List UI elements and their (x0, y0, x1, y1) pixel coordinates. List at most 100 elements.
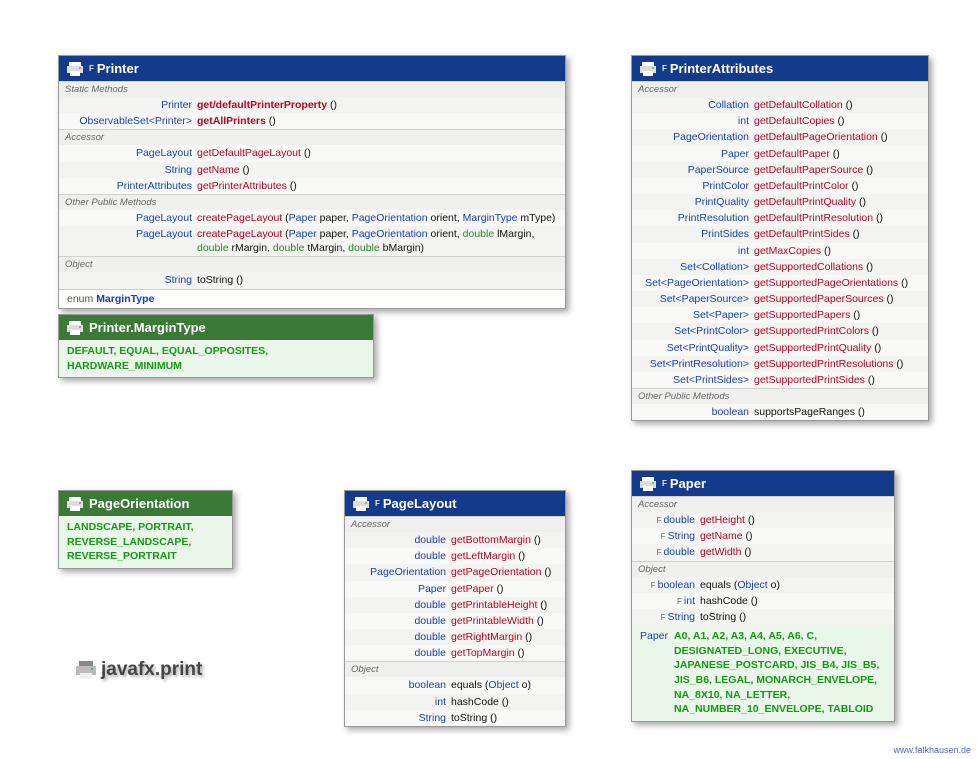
method-signature: getDefaultPageOrientation () (754, 130, 888, 144)
paper-header: F Paper (632, 471, 894, 496)
return-type: ObservableSet<Printer> (65, 114, 197, 128)
method-signature: getSupportedPrintSides () (754, 373, 875, 387)
return-type: PrintQuality (638, 195, 754, 209)
return-type: String (351, 711, 451, 725)
method-signature: getPrinterAttributes () (197, 179, 297, 193)
method-signature: getDefaultPrintQuality () (754, 195, 866, 209)
method-row: booleanequals (Object o) (345, 677, 565, 693)
credit-link[interactable]: www.falkhausen.de (893, 745, 971, 755)
method-row: doublegetTopMargin () (345, 645, 565, 661)
method-row: FdoublegetWidth () (632, 544, 894, 560)
return-type: PrintResolution (638, 211, 754, 225)
method-signature: getName () (197, 163, 250, 177)
method-signature: getMaxCopies () (754, 244, 831, 258)
method-signature: getSupportedPrintColors () (754, 324, 879, 338)
method-row: StringtoString () (59, 272, 565, 288)
method-row: booleansupportsPageRanges () (632, 404, 928, 420)
method-row: PrintSidesgetDefaultPrintSides () (632, 226, 928, 242)
method-signature: getSupportedPaperSources () (754, 292, 894, 306)
method-row: doublegetPrintableWidth () (345, 613, 565, 629)
method-signature: getDefaultCollation () (754, 98, 853, 112)
method-signature: getSupportedCollations () (754, 260, 873, 274)
pagelayout-header: F PageLayout (345, 491, 565, 516)
return-type: Set<PrintColor> (638, 324, 754, 338)
return-type: Paper (638, 147, 754, 161)
printer-body: Static MethodsPrinterget/defaultPrinterP… (59, 81, 565, 289)
pageorientation-enum-card: PageOrientation LANDSCAPE, PORTRAIT, REV… (58, 490, 233, 569)
method-row: Set<PrintSides>getSupportedPrintSides () (632, 372, 928, 388)
method-row: Set<Paper>getSupportedPapers () (632, 307, 928, 323)
method-signature: getHeight () (700, 513, 755, 527)
method-row: PageOrientationgetPageOrientation () (345, 564, 565, 580)
method-signature: getDefaultPrintSides () (754, 227, 860, 241)
method-signature: getDefaultPaper () (754, 147, 840, 161)
return-type: PageLayout (65, 211, 197, 225)
return-type: Set<Collation> (638, 260, 754, 274)
method-signature: createPageLayout (Paper paper, PageOrien… (197, 227, 534, 255)
return-type: Fdouble (638, 545, 700, 559)
method-signature: getDefaultCopies () (754, 114, 844, 128)
method-row: Set<PaperSource>getSupportedPaperSources… (632, 291, 928, 307)
method-signature: getPrintableWidth () (451, 614, 544, 628)
printer-icon (353, 497, 369, 511)
return-type: boolean (638, 405, 754, 419)
printer-icon (76, 661, 96, 679)
method-row: CollationgetDefaultCollation () (632, 97, 928, 113)
printer-icon (640, 62, 656, 76)
return-type: PageLayout (65, 146, 197, 160)
method-signature: getWidth () (700, 545, 751, 559)
section-label: Object (59, 256, 565, 272)
return-type: Set<PaperSource> (638, 292, 754, 306)
return-type: PageOrientation (351, 565, 451, 579)
margintype-enum-card: Printer.MarginType DEFAULT, EQUAL, EQUAL… (58, 314, 374, 378)
return-type: Set<PrintSides> (638, 373, 754, 387)
method-row: PrintResolutiongetDefaultPrintResolution… (632, 210, 928, 226)
method-signature: equals (Object o) (700, 578, 780, 592)
pageorientation-header: PageOrientation (59, 491, 232, 516)
printerattributes-body: AccessorCollationgetDefaultCollation ()i… (632, 81, 928, 420)
printer-icon (640, 477, 656, 491)
return-type: double (351, 630, 451, 644)
method-signature: supportsPageRanges () (754, 405, 865, 419)
method-signature: hashCode () (451, 695, 509, 709)
method-signature: getLeftMargin () (451, 549, 525, 563)
return-type: int (638, 114, 754, 128)
method-row: intgetDefaultCopies () (632, 113, 928, 129)
method-row: Set<PrintQuality>getSupportedPrintQualit… (632, 340, 928, 356)
method-signature: getBottomMargin () (451, 533, 541, 547)
return-type: Fboolean (638, 578, 700, 592)
printer-class-card: F Printer Static MethodsPrinterget/defau… (58, 55, 566, 309)
method-signature: toString () (197, 273, 243, 287)
method-row: FStringtoString () (632, 609, 894, 625)
section-label: Accessor (59, 129, 565, 145)
return-type: PageLayout (65, 227, 197, 255)
return-type: boolean (351, 678, 451, 692)
method-signature: createPageLayout (Paper paper, PageOrien… (197, 211, 555, 225)
method-row: Set<PrintResolution>getSupportedPrintRes… (632, 356, 928, 372)
method-signature: getDefaultPageLayout () (197, 146, 311, 160)
paper-const-type: Paper (640, 629, 668, 717)
method-signature: getSupportedPrintResolutions () (754, 357, 903, 371)
method-signature: getName () (700, 529, 753, 543)
method-row: inthashCode () (345, 694, 565, 710)
return-type: PrinterAttributes (65, 179, 197, 193)
method-row: StringtoString () (345, 710, 565, 726)
method-row: Set<Collation>getSupportedCollations () (632, 259, 928, 275)
method-signature: toString () (451, 711, 497, 725)
method-row: PrintColorgetDefaultPrintColor () (632, 178, 928, 194)
paper-constants: A0, A1, A2, A3, A4, A5, A6, C, DESIGNATE… (674, 629, 886, 717)
paper-body: Accessor Fdouble getHeight ()FStringgetNam… (632, 496, 894, 625)
method-signature: getPaper () (451, 582, 504, 596)
pageorientation-values: LANDSCAPE, PORTRAIT, REVERSE_LANDSCAPE, … (59, 516, 232, 568)
method-row: FStringgetName () (632, 528, 894, 544)
return-type: PaperSource (638, 163, 754, 177)
method-signature: getSupportedPrintQuality () (754, 341, 881, 355)
section-label: Accessor (632, 496, 894, 512)
method-row: Set<PrintColor>getSupportedPrintColors (… (632, 323, 928, 339)
return-type: PageOrientation (638, 130, 754, 144)
method-row: Fbooleanequals (Object o) (632, 577, 894, 593)
section-label: Accessor (345, 516, 565, 532)
section-label: Other Public Methods (632, 388, 928, 404)
method-row: FinthashCode () (632, 593, 894, 609)
method-row: PrinterAttributesgetPrinterAttributes () (59, 178, 565, 194)
